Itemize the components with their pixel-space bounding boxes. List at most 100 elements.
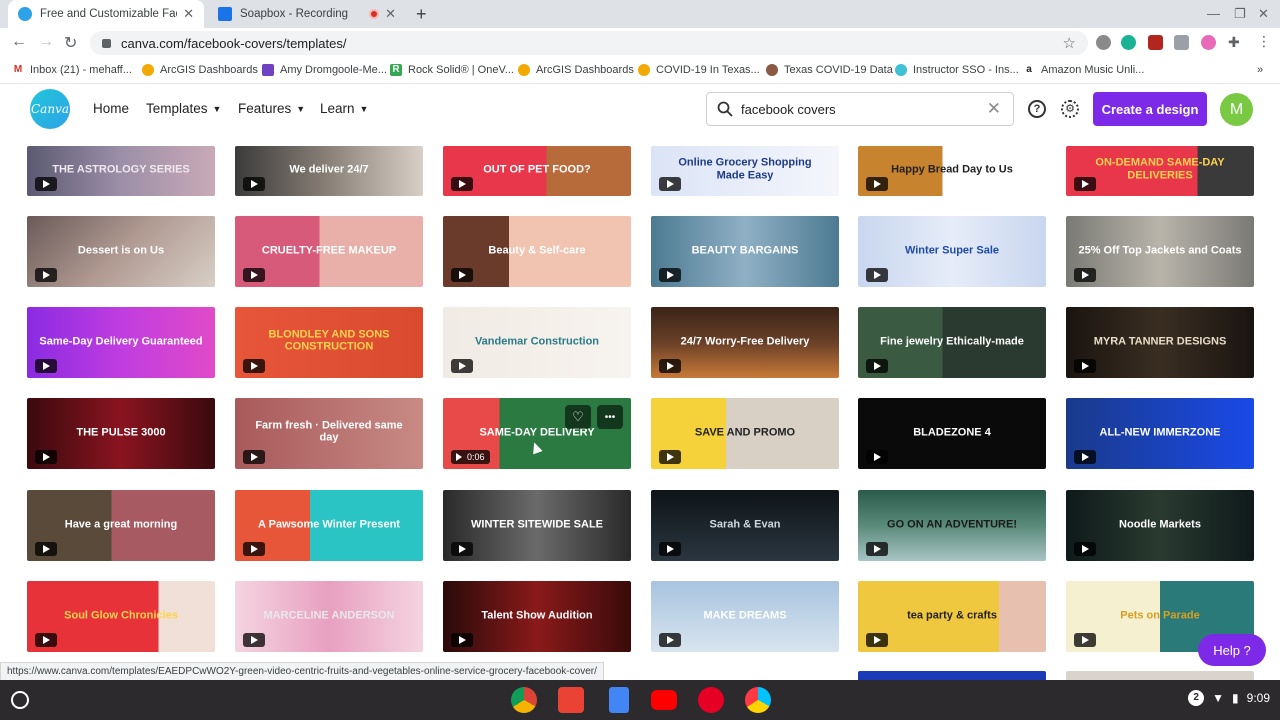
search-box[interactable]: ✕	[706, 92, 1014, 126]
template-card[interactable]: 24/7 Worry-Free Delivery	[651, 307, 839, 378]
template-card[interactable]: WINTER SITEWIDE SALE	[443, 490, 631, 561]
template-card-title: MYRA TANNER DESIGNS	[1093, 335, 1227, 348]
more-options-icon[interactable]: •••	[597, 405, 623, 429]
chrome-menu-icon[interactable]: ⋮	[1257, 33, 1271, 50]
forward-icon[interactable]: →	[38, 33, 54, 51]
bookmark-item[interactable]: M Inbox (21) - mehaff...	[12, 64, 132, 76]
clear-search-icon[interactable]: ✕	[987, 99, 1001, 119]
template-card[interactable]: THE ASTROLOGY SERIES	[27, 146, 215, 196]
template-card[interactable]: We deliver 24/7	[235, 146, 423, 196]
template-card[interactable]: Beauty & Self-care	[443, 216, 631, 287]
template-card[interactable]: Winter Super Sale	[858, 216, 1046, 287]
bookmark-item[interactable]: ArcGIS Dashboards	[518, 64, 634, 76]
nav-templates[interactable]: Templates ▼	[146, 101, 221, 116]
template-card[interactable]: Dessert is on Us	[27, 216, 215, 287]
tab-canva[interactable]: Free and Customizable Faceboo ✕	[8, 0, 204, 28]
template-card[interactable]: MYRA TANNER DESIGNS	[1066, 307, 1254, 378]
launcher-icon[interactable]	[11, 691, 29, 709]
template-card[interactable]: Fine jewelry Ethically-made	[858, 307, 1046, 378]
template-card[interactable]: Happy Bread Day to Us	[858, 146, 1046, 196]
bookmarks-overflow-icon[interactable]: »	[1257, 64, 1263, 76]
bookmark-item[interactable]: a Amazon Music Unli...	[1023, 64, 1144, 76]
template-card[interactable]: BLONDLEY AND SONS CONSTRUCTION	[235, 307, 423, 378]
back-icon[interactable]: ←	[11, 33, 27, 51]
new-tab-icon[interactable]: +	[416, 4, 427, 25]
help-circle-icon[interactable]: ?	[1028, 100, 1046, 118]
template-card[interactable]: THE PULSE 3000	[27, 398, 215, 469]
bookmark-star-icon[interactable]: ☆	[1063, 34, 1076, 52]
close-window-icon[interactable]: ✕	[1258, 6, 1269, 22]
minimize-icon[interactable]: —	[1207, 6, 1220, 21]
privacy-extension-icon[interactable]	[1174, 35, 1189, 50]
template-card[interactable]: CRUELTY-FREE MAKEUP	[235, 216, 423, 287]
extension-icon[interactable]	[1096, 35, 1111, 50]
color-extension-icon[interactable]	[1201, 35, 1216, 50]
chrome-app-icon[interactable]	[511, 687, 537, 713]
bookmark-item[interactable]: R Rock Solid® | OneV...	[390, 64, 514, 76]
template-card[interactable]: BLADEZONE 4	[858, 398, 1046, 469]
search-icon	[717, 101, 733, 117]
template-card[interactable]: Same-Day Delivery Guaranteed	[27, 307, 215, 378]
restore-icon[interactable]: ❐	[1234, 6, 1246, 22]
bookmark-item[interactable]: ArcGIS Dashboards	[142, 64, 258, 76]
template-card[interactable]: MARCELINE ANDERSON	[235, 581, 423, 652]
template-card[interactable]: OUT OF PET FOOD?	[443, 146, 631, 196]
canva-logo[interactable]: Canva	[30, 89, 70, 129]
gmail-icon: M	[13, 64, 23, 75]
help-button[interactable]: Help ?	[1198, 634, 1266, 666]
template-card[interactable]: MAKE DREAMS	[651, 581, 839, 652]
template-card[interactable]: GO ON AN ADVENTURE!	[858, 490, 1046, 561]
bookmark-item[interactable]: Amy Dromgoole-Me...	[262, 64, 387, 76]
bookmark-item[interactable]: Texas COVID-19 Data	[766, 64, 893, 76]
video-play-icon	[866, 450, 888, 464]
template-card[interactable]: Talent Show Audition	[443, 581, 631, 652]
template-card[interactable]: tea party & crafts	[858, 581, 1046, 652]
bookmark-item[interactable]: Instructor SSO - Ins...	[895, 64, 1019, 76]
template-card[interactable]	[651, 671, 839, 680]
search-input[interactable]	[741, 101, 971, 117]
pinterest-app-icon[interactable]	[698, 687, 724, 713]
extensions-puzzle-icon[interactable]: ✚	[1228, 34, 1240, 51]
template-card[interactable]: Noodle Markets	[1066, 490, 1254, 561]
nav-home[interactable]: Home	[93, 101, 129, 116]
heart-icon[interactable]: ♡	[565, 405, 591, 429]
template-card[interactable]: BEAUTY BARGAINS	[651, 216, 839, 287]
close-tab-icon[interactable]: ✕	[183, 6, 194, 22]
tab-title: Soapbox - Recording	[240, 8, 349, 20]
gear-icon[interactable]: ⚙	[1061, 100, 1079, 118]
template-card[interactable]: CLASS OF 2021	[858, 671, 1046, 680]
gmail-app-icon[interactable]	[558, 687, 584, 713]
template-card[interactable]: Have a great morning	[27, 490, 215, 561]
address-bar[interactable]: canva.com/facebook-covers/templates/ ☆	[90, 31, 1088, 55]
template-card[interactable]: Sarah & Evan	[651, 490, 839, 561]
close-tab-icon[interactable]: ✕	[385, 6, 396, 22]
create-design-button[interactable]: Create a design	[1093, 92, 1207, 126]
system-tray[interactable]: 2 ▼ ▮ 9:09	[1188, 690, 1270, 706]
template-card[interactable]: Farm fresh · Delivered same day	[235, 398, 423, 469]
template-card[interactable]: Vandemar Construction	[443, 307, 631, 378]
video-play-icon	[243, 177, 265, 191]
nav-learn[interactable]: Learn ▼	[320, 101, 368, 116]
play-store-app-icon[interactable]	[745, 687, 771, 713]
template-card[interactable]: 25% Off Top Jackets and Coats	[1066, 216, 1254, 287]
template-card-title: WINTER SITEWIDE SALE	[471, 518, 603, 531]
reload-icon[interactable]: ↻	[64, 33, 77, 53]
template-card[interactable]: Online Grocery Shopping Made Easy	[651, 146, 839, 196]
grammarly-icon[interactable]	[1121, 35, 1136, 50]
template-card[interactable]	[1066, 671, 1254, 680]
tab-soapbox[interactable]: Soapbox - Recording ✕	[208, 0, 406, 28]
browser-tab-strip: Free and Customizable Faceboo ✕ Soapbox …	[0, 0, 1280, 28]
template-card[interactable]: A Pawsome Winter Present	[235, 490, 423, 561]
avatar[interactable]: M	[1220, 93, 1253, 126]
template-card-title: Have a great morning	[64, 518, 178, 531]
nav-features[interactable]: Features ▼	[238, 101, 305, 116]
template-card[interactable]: ON-DEMAND SAME-DAY DELIVERIES	[1066, 146, 1254, 196]
template-card[interactable]: SAME-DAY DELIVERY 0:06 ♡ •••	[443, 398, 631, 469]
template-card[interactable]: ALL-NEW IMMERZONE	[1066, 398, 1254, 469]
youtube-app-icon[interactable]	[651, 690, 677, 710]
docs-app-icon[interactable]	[609, 687, 629, 713]
template-card[interactable]: Soul Glow Chronicles	[27, 581, 215, 652]
template-card[interactable]: SAVE AND PROMO	[651, 398, 839, 469]
shield-extension-icon[interactable]	[1148, 35, 1163, 50]
bookmark-item[interactable]: COVID-19 In Texas...	[638, 64, 760, 76]
